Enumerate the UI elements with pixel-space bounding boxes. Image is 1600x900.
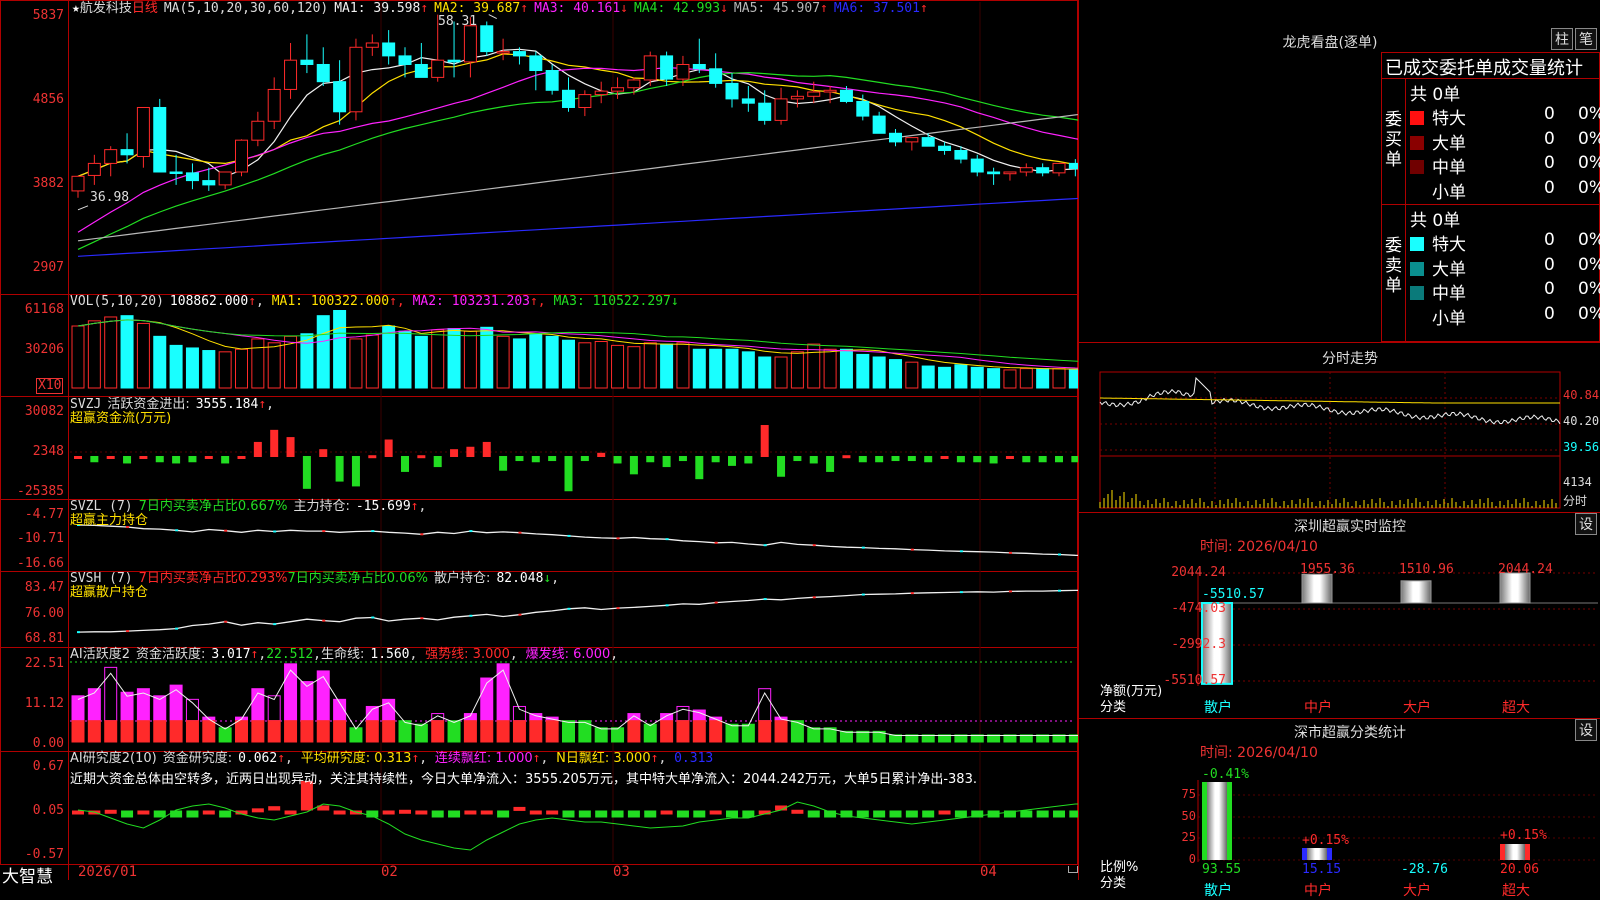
sz-category: 中户 — [1304, 700, 1332, 716]
sz-border — [1078, 512, 1600, 513]
ss-border — [1078, 718, 1600, 719]
fs-tick: 40.20 — [1563, 414, 1600, 428]
sz-bar — [1400, 580, 1432, 604]
sz-y-label-2: 分类 — [1100, 700, 1127, 715]
intraday-chart[interactable] — [0, 0, 1600, 900]
sz-tick: 2044.24 — [1171, 565, 1226, 580]
ss-category: 中户 — [1304, 883, 1332, 899]
ss-title: 深市超赢分类统计 — [1294, 725, 1406, 741]
sz-category: 大户 — [1403, 700, 1431, 716]
ss-top-value: +0.15% — [1500, 828, 1547, 843]
sz-category: 散户 — [1204, 700, 1232, 716]
sz-category: 超大 — [1502, 700, 1530, 716]
ss-settings-button[interactable]: 设 — [1575, 719, 1597, 741]
sz-settings-button[interactable]: 设 — [1575, 513, 1597, 535]
ss-bar-highlight — [1505, 844, 1525, 860]
ss-bottom-value: -28.76 — [1401, 862, 1448, 877]
ss-bar-highlight — [1207, 782, 1227, 860]
ss-tick: 0 — [1188, 852, 1196, 866]
fs-tick: 39.56 — [1563, 440, 1600, 454]
sz-bar — [1499, 572, 1531, 604]
ss-y-label-2: 分类 — [1100, 876, 1127, 891]
ss-bar-highlight — [1307, 848, 1327, 860]
ss-category: 散户 — [1204, 883, 1232, 899]
sz-tick: -2992.3 — [1171, 637, 1226, 652]
ss-tick: 50 — [1181, 809, 1196, 823]
fs-tick: 分时 — [1563, 494, 1588, 508]
ss-category: 大户 — [1403, 883, 1431, 899]
ss-tick: 75 — [1181, 787, 1196, 801]
sz-bar — [1301, 573, 1333, 604]
sz-tick: -5510.57 — [1163, 673, 1226, 688]
ss-category: 超大 — [1502, 883, 1530, 899]
ss-top-value: -0.41% — [1202, 767, 1249, 782]
ss-time: 时间: 2026/04/10 — [1200, 745, 1318, 761]
ss-bottom-value: 93.55 — [1202, 862, 1242, 877]
sz-title: 深圳超赢实时监控 — [1294, 519, 1406, 535]
sz-value-label: 2044.24 — [1498, 562, 1553, 577]
ss-tick: 25 — [1181, 830, 1196, 844]
fs-tick: 40.84 — [1563, 388, 1600, 402]
ss-bottom-value: 20.06 — [1500, 862, 1540, 877]
ss-bottom-value: 15.15 — [1302, 862, 1342, 877]
ss-top-value: +0.15% — [1302, 833, 1349, 848]
sz-value-label: -5510.57 — [1202, 587, 1265, 602]
sz-tick: -474.03 — [1171, 601, 1226, 616]
sz-time: 时间: 2026/04/10 — [1200, 539, 1318, 555]
sz-value-label: 1510.96 — [1399, 562, 1454, 577]
sz-value-label: 1955.36 — [1300, 562, 1355, 577]
fs-tick: 4134 — [1563, 475, 1592, 489]
